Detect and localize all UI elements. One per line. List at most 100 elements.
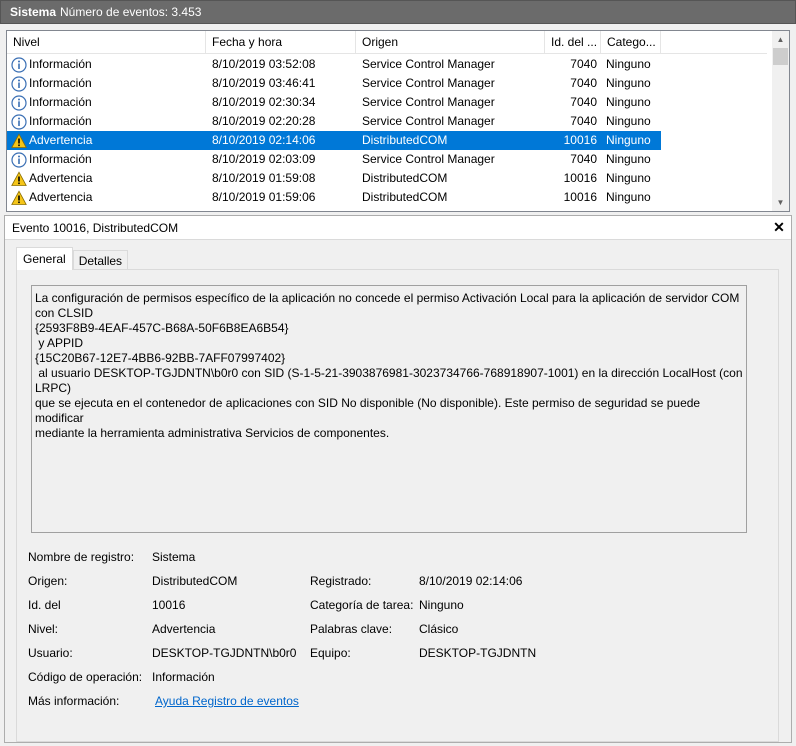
keywords-value: Clásico bbox=[419, 622, 459, 636]
general-tab-panel: La configuración de permisos específico … bbox=[16, 269, 779, 742]
detail-header: Evento 10016, DistributedCOM ✕ bbox=[5, 216, 791, 240]
column-header-level[interactable]: Nivel bbox=[7, 31, 206, 54]
date-cell: 8/10/2019 02:30:34 bbox=[212, 95, 316, 109]
level-text: Información bbox=[29, 114, 92, 128]
tab-details[interactable]: Detalles bbox=[72, 250, 129, 270]
level-cell: Advertencia bbox=[7, 188, 206, 207]
level-text: Advertencia bbox=[29, 171, 93, 185]
opcode-value: Información bbox=[152, 670, 215, 684]
detail-tabs: General Detalles bbox=[16, 247, 129, 270]
opcode-label: Código de operación: bbox=[28, 670, 143, 684]
category-cell: Ninguno bbox=[606, 95, 651, 109]
column-header-source[interactable]: Origen bbox=[356, 31, 545, 54]
table-row[interactable]: Información 8/10/2019 03:46:41 Service Con… bbox=[7, 74, 767, 93]
level-cell: Información bbox=[7, 74, 206, 93]
scroll-down-icon[interactable]: ▼ bbox=[772, 194, 789, 211]
computer-value: DESKTOP-TGJDNTN bbox=[419, 646, 537, 660]
event-id-cell: 7040 bbox=[570, 76, 597, 90]
source-cell: Service Control Manager bbox=[362, 152, 495, 166]
level-cell: Advertencia bbox=[7, 131, 206, 150]
event-id-cell: 10016 bbox=[563, 190, 597, 204]
column-header-category[interactable]: Catego... bbox=[601, 31, 661, 54]
category-cell: Ninguno bbox=[606, 171, 651, 185]
category-cell: Ninguno bbox=[606, 114, 651, 128]
category-cell: Ninguno bbox=[606, 133, 651, 147]
level-text: Información bbox=[29, 76, 92, 90]
info-icon bbox=[11, 94, 27, 111]
more-info-link[interactable]: Ayuda Registro de eventos bbox=[155, 694, 299, 708]
source-cell: DistributedCOM bbox=[362, 133, 448, 147]
table-row[interactable]: Información 8/10/2019 02:30:34 Service Con… bbox=[7, 93, 767, 112]
date-cell: 8/10/2019 02:14:06 bbox=[212, 133, 316, 147]
date-cell: 8/10/2019 03:52:08 bbox=[212, 57, 316, 71]
event-id-cell: 7040 bbox=[570, 95, 597, 109]
computer-label: Equipo: bbox=[310, 646, 351, 660]
event-description[interactable]: La configuración de permisos específico … bbox=[31, 285, 747, 533]
source-cell: Service Control Manager bbox=[362, 114, 495, 128]
info-icon bbox=[11, 75, 27, 92]
event-id-cell: 7040 bbox=[570, 152, 597, 166]
source-value: DistributedCOM bbox=[152, 574, 238, 588]
table-row[interactable]: Información 8/10/2019 02:20:28 Service Con… bbox=[7, 112, 767, 131]
log-name-value: Sistema bbox=[152, 550, 196, 564]
table-row[interactable]: Advertencia 8/10/2019 01:59:08 Distributed… bbox=[7, 169, 767, 188]
table-row[interactable]: Advertencia 8/10/2019 02:14:06 Distributed… bbox=[7, 131, 661, 150]
log-name-label: Nombre de registro: bbox=[28, 550, 135, 564]
scrollbar-thumb[interactable] bbox=[773, 48, 788, 65]
info-icon bbox=[11, 113, 27, 130]
level-text: Información bbox=[29, 95, 92, 109]
level-cell: Información bbox=[7, 150, 206, 169]
event-id-cell: 10016 bbox=[563, 133, 597, 147]
source-cell: DistributedCOM bbox=[362, 171, 448, 185]
event-list-scrollbar[interactable]: ▲ ▼ bbox=[772, 31, 789, 211]
date-cell: 8/10/2019 01:59:06 bbox=[212, 190, 316, 204]
user-value: DESKTOP-TGJDNTN\b0r0 bbox=[152, 646, 297, 660]
category-cell: Ninguno bbox=[606, 152, 651, 166]
source-cell: DistributedCOM bbox=[362, 190, 448, 204]
event-id-label: Id. del bbox=[28, 598, 61, 612]
logged-value: 8/10/2019 02:14:06 bbox=[419, 574, 523, 588]
level-cell: Advertencia bbox=[7, 169, 206, 188]
source-cell: Service Control Manager bbox=[362, 76, 495, 90]
user-label: Usuario: bbox=[28, 646, 73, 660]
level-cell: Información bbox=[7, 93, 206, 112]
category-cell: Ninguno bbox=[606, 190, 651, 204]
category-cell: Ninguno bbox=[606, 57, 651, 71]
level-value: Advertencia bbox=[152, 622, 216, 636]
event-list[interactable]: Nivel Fecha y hora Origen Id. del ... Ca… bbox=[6, 30, 790, 212]
column-header-date[interactable]: Fecha y hora bbox=[206, 31, 356, 54]
date-cell: 8/10/2019 01:59:08 bbox=[212, 171, 316, 185]
event-id-value: 10016 bbox=[152, 598, 186, 612]
detail-title: Evento 10016, DistributedCOM bbox=[12, 220, 179, 235]
date-cell: 8/10/2019 02:20:28 bbox=[212, 114, 316, 128]
table-row[interactable]: Información 8/10/2019 03:52:08 Service Con… bbox=[7, 55, 767, 74]
event-rows: Información 8/10/2019 03:52:08 Service Con… bbox=[7, 55, 767, 207]
table-row[interactable]: Información 8/10/2019 02:03:09 Service Con… bbox=[7, 150, 767, 169]
task-category-label: Categoría de tarea: bbox=[310, 598, 414, 612]
level-cell: Información bbox=[7, 112, 206, 131]
tab-general[interactable]: General bbox=[16, 247, 73, 270]
table-row[interactable]: Advertencia 8/10/2019 01:59:06 Distributed… bbox=[7, 188, 767, 207]
warning-icon bbox=[11, 170, 27, 187]
source-cell: Service Control Manager bbox=[362, 95, 495, 109]
log-header-bar: Sistema Número de eventos: 3.453 bbox=[0, 0, 796, 24]
keywords-label: Palabras clave: bbox=[310, 622, 393, 636]
close-icon[interactable]: ✕ bbox=[767, 219, 791, 236]
column-header-event-id[interactable]: Id. del ... bbox=[545, 31, 601, 54]
scroll-up-icon[interactable]: ▲ bbox=[772, 31, 789, 48]
event-id-cell: 10016 bbox=[563, 171, 597, 185]
warning-icon bbox=[11, 132, 27, 149]
date-cell: 8/10/2019 03:46:41 bbox=[212, 76, 316, 90]
warning-icon bbox=[11, 189, 27, 206]
info-icon bbox=[11, 151, 27, 168]
level-text: Advertencia bbox=[29, 190, 93, 204]
event-id-cell: 7040 bbox=[570, 57, 597, 71]
level-text: Información bbox=[29, 152, 92, 166]
level-cell: Información bbox=[7, 55, 206, 74]
level-text: Información bbox=[29, 57, 92, 71]
event-count: Número de eventos: 3.453 bbox=[60, 5, 202, 19]
info-icon bbox=[11, 56, 27, 73]
logged-label: Registrado: bbox=[310, 574, 372, 588]
source-label: Origen: bbox=[28, 574, 68, 588]
more-info-label: Más información: bbox=[28, 694, 120, 708]
